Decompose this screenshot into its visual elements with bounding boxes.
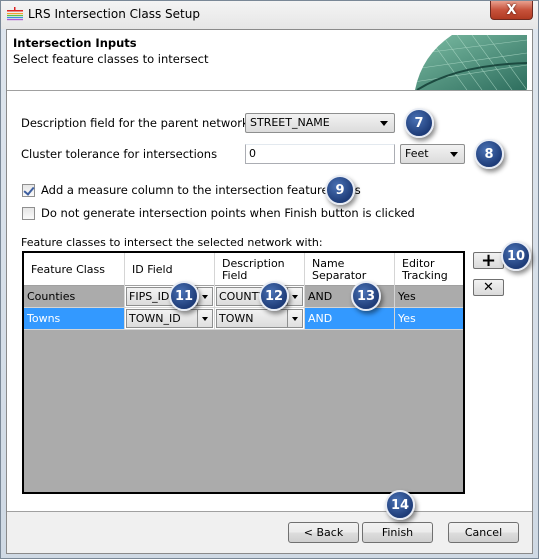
cluster-units-value: Feet <box>405 147 429 160</box>
map-banner-image <box>407 35 527 90</box>
chevron-down-icon[interactable] <box>287 310 302 327</box>
cluster-units-dropdown[interactable]: Feet <box>400 144 465 164</box>
dialog-body: Intersection Inputs Select feature class… <box>6 29 533 554</box>
delete-x-icon: ✕ <box>483 280 494 295</box>
column-header-feature-class[interactable]: Feature Class <box>24 253 125 286</box>
add-measure-label: Add a measure column to the intersection… <box>41 183 361 197</box>
grid-header: Feature Class ID Field Description Field… <box>24 253 463 286</box>
chevron-down-icon <box>380 121 388 126</box>
callout-11: 11 <box>169 281 199 311</box>
cluster-tolerance-value: 0 <box>249 147 256 160</box>
column-header-description-field[interactable]: Description Field <box>215 253 305 286</box>
cell-editor-tracking[interactable]: Yes <box>395 286 463 308</box>
description-field-value: STREET_NAME <box>250 116 330 129</box>
cell-id-field[interactable]: TOWN_ID <box>125 308 215 330</box>
title-bar: LRS Intersection Class Setup X <box>1 1 538 29</box>
close-button[interactable]: X <box>490 1 533 20</box>
plus-icon: + <box>480 250 497 271</box>
description-field-dropdown[interactable]: STREET_NAME <box>245 113 395 133</box>
cell-description-field[interactable]: TOWN <box>215 308 305 330</box>
lrs-app-icon <box>7 7 23 21</box>
description-field-label: Description field for the parent network… <box>21 116 253 130</box>
add-measure-checkbox-row[interactable]: Add a measure column to the intersection… <box>22 183 361 197</box>
add-feature-class-button[interactable]: + <box>473 250 504 271</box>
close-icon: X <box>506 2 517 18</box>
dialog-window: LRS Intersection Class Setup X Intersect… <box>0 0 539 559</box>
cell-feature-class[interactable]: Counties <box>24 286 125 308</box>
column-header-id-field[interactable]: ID Field <box>125 253 215 286</box>
cluster-tolerance-label: Cluster tolerance for intersections <box>21 147 218 161</box>
cluster-tolerance-input[interactable]: 0 <box>245 144 395 164</box>
wizard-content: Description field for the parent network… <box>7 91 532 511</box>
header-title: Intersection Inputs <box>13 36 137 50</box>
no-generate-label: Do not generate intersection points when… <box>41 206 415 220</box>
wizard-footer: < Back Finish Cancel <box>7 511 532 553</box>
id-field-dropdown[interactable]: TOWN_ID <box>126 309 213 328</box>
chevron-down-icon[interactable] <box>197 310 212 327</box>
cell-name-separator[interactable]: AND <box>305 308 395 330</box>
column-header-editor-tracking[interactable]: Editor Tracking <box>395 253 463 286</box>
chevron-down-icon[interactable] <box>197 288 212 305</box>
callout-13: 13 <box>351 281 381 311</box>
remove-feature-class-button[interactable]: ✕ <box>473 279 504 296</box>
table-row[interactable]: Towns TOWN_ID TOWN AND Yes <box>24 308 463 330</box>
feature-classes-grid[interactable]: Feature Class ID Field Description Field… <box>22 251 465 494</box>
cell-name-separator[interactable]: AND <box>305 286 395 308</box>
cell-editor-tracking[interactable]: Yes <box>395 308 463 330</box>
chevron-down-icon <box>450 152 458 157</box>
wizard-header: Intersection Inputs Select feature class… <box>7 30 532 91</box>
description-field-cell-dropdown[interactable]: TOWN <box>216 309 303 328</box>
header-subtitle: Select feature classes to intersect <box>13 52 209 66</box>
cell-feature-class[interactable]: Towns <box>24 308 125 330</box>
no-generate-checkbox[interactable] <box>22 206 35 220</box>
callout-12: 12 <box>259 281 289 311</box>
callout-10: 10 <box>501 241 531 271</box>
add-measure-checkbox[interactable] <box>22 183 35 197</box>
id-field-value: FIPS_ID <box>129 290 170 303</box>
back-button[interactable]: < Back <box>288 522 359 543</box>
callout-8: 8 <box>474 139 504 169</box>
callout-14: 14 <box>385 490 415 520</box>
callout-7: 7 <box>404 108 434 138</box>
table-row[interactable]: Counties FIPS_ID COUNTY AND Yes <box>24 286 463 308</box>
column-header-name-separator[interactable]: Name Separator <box>305 253 395 286</box>
chevron-down-icon[interactable] <box>287 288 302 305</box>
grid-label: Feature classes to intersect the selecte… <box>21 236 323 249</box>
no-generate-checkbox-row[interactable]: Do not generate intersection points when… <box>22 206 415 220</box>
cancel-button[interactable]: Cancel <box>448 522 519 543</box>
window-title: LRS Intersection Class Setup <box>28 7 200 21</box>
finish-button[interactable]: Finish <box>362 522 433 543</box>
description-field-cell-value: TOWN <box>219 312 254 325</box>
callout-9: 9 <box>325 175 355 205</box>
id-field-value: TOWN_ID <box>129 312 181 325</box>
